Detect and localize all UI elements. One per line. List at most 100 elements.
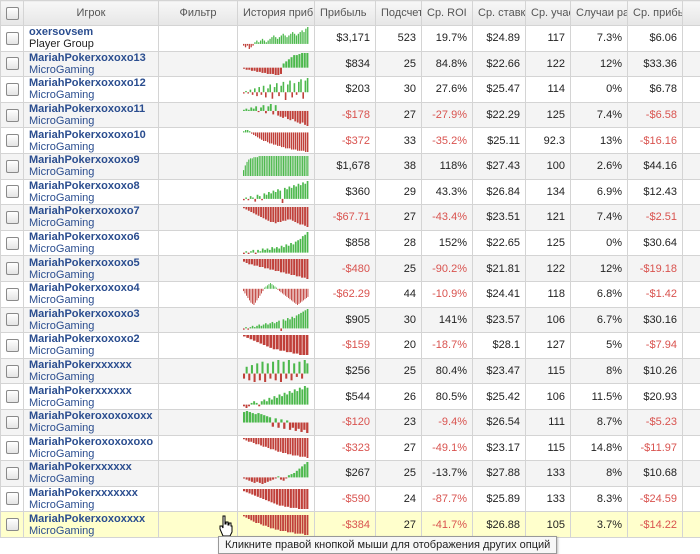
player-name-link[interactable]: MariahPokerxoxoxo5 (29, 257, 153, 269)
row-checkbox[interactable] (6, 83, 19, 96)
table-row[interactable]: MariahPokerxoxoxo11MicroGaming-$17827-27… (1, 102, 700, 128)
player-cell[interactable]: MariahPokerxxxxxxMicroGaming (24, 461, 159, 487)
filter-cell[interactable] (159, 51, 238, 77)
player-name-link[interactable]: MariahPokeroxoxoxoxx (29, 410, 153, 422)
player-name-link[interactable]: MariahPokerxoxoxo3 (29, 308, 153, 320)
player-name-link[interactable]: MariahPokerxoxoxo10 (29, 129, 153, 141)
table-row[interactable]: MariahPokerxxxxxxMicroGaming$5442680.5%$… (1, 384, 700, 410)
table-row[interactable]: MariahPokerxxxxxxMicroGaming$2562580.4%$… (1, 358, 700, 384)
player-cell[interactable]: MariahPokerxxxxxxxMicroGaming (24, 486, 159, 512)
row-checkbox[interactable] (6, 288, 19, 301)
filter-cell[interactable] (159, 281, 238, 307)
table-row[interactable]: MariahPokerxoxoxo9MicroGaming$1,67838118… (1, 153, 700, 179)
player-name-link[interactable]: MariahPokerxxxxxx (29, 359, 153, 371)
row-select-cell[interactable] (1, 179, 24, 205)
row-checkbox[interactable] (6, 390, 19, 403)
player-name-link[interactable]: MariahPokerxoxoxo13 (29, 52, 153, 64)
row-checkbox[interactable] (6, 109, 19, 122)
table-row[interactable]: MariahPokerxxxxxxMicroGaming$26725-13.7%… (1, 461, 700, 487)
row-select-cell[interactable] (1, 51, 24, 77)
row-select-cell[interactable] (1, 435, 24, 461)
player-cell[interactable]: MariahPokerxxxxxxMicroGaming (24, 358, 159, 384)
player-cell[interactable]: MariahPokerxxxxxxMicroGaming (24, 384, 159, 410)
player-name-link[interactable]: MariahPokerxoxoxxxx (29, 513, 153, 525)
player-name-link[interactable]: MariahPokerxxxxxxx (29, 487, 153, 499)
filter-cell[interactable] (159, 486, 238, 512)
table-row[interactable]: MariahPokerxoxoxo7MicroGaming-$67.7127-4… (1, 205, 700, 231)
filter-cell[interactable] (159, 256, 238, 282)
filter-cell[interactable] (159, 102, 238, 128)
table-row[interactable]: MariahPokeroxoxoxoxoMicroGaming-$32327-4… (1, 435, 700, 461)
column-header-history[interactable]: История прибь (238, 1, 315, 26)
filter-cell[interactable] (159, 153, 238, 179)
player-cell[interactable]: MariahPokerxoxoxo6MicroGaming (24, 230, 159, 256)
row-select-cell[interactable] (1, 384, 24, 410)
player-cell[interactable]: oxersovsemPlayer Group (24, 26, 159, 52)
filter-cell[interactable] (159, 77, 238, 103)
row-select-cell[interactable] (1, 153, 24, 179)
filter-cell[interactable] (159, 230, 238, 256)
player-name-link[interactable]: MariahPokerxxxxxx (29, 461, 153, 473)
row-checkbox[interactable] (6, 262, 19, 275)
table-row[interactable]: MariahPokerxoxoxo3MicroGaming$90530141%$… (1, 307, 700, 333)
player-cell[interactable]: MariahPokerxoxoxo5MicroGaming (24, 256, 159, 282)
row-checkbox[interactable] (6, 467, 19, 480)
filter-cell[interactable] (159, 435, 238, 461)
row-checkbox[interactable] (6, 160, 19, 173)
row-checkbox[interactable] (6, 134, 19, 147)
table-row[interactable]: MariahPokerxoxoxo4MicroGaming-$62.2944-1… (1, 281, 700, 307)
row-checkbox[interactable] (6, 57, 19, 70)
row-checkbox[interactable] (6, 339, 19, 352)
player-cell[interactable]: MariahPokerxoxoxo2MicroGaming (24, 333, 159, 359)
player-cell[interactable]: MariahPokerxoxoxo3MicroGaming (24, 307, 159, 333)
player-name-link[interactable]: MariahPokerxoxoxo12 (29, 77, 153, 89)
player-name-link[interactable]: MariahPokerxoxoxo2 (29, 333, 153, 345)
filter-cell[interactable] (159, 128, 238, 154)
row-select-cell[interactable] (1, 486, 24, 512)
filter-cell[interactable] (159, 307, 238, 333)
row-select-cell[interactable] (1, 461, 24, 487)
table-row[interactable]: MariahPokerxoxoxxxxMicroGaming-$38427-41… (1, 512, 700, 538)
column-header-player[interactable]: Игрок (24, 1, 159, 26)
column-header-profit[interactable]: Прибыль (315, 1, 376, 26)
table-row[interactable]: MariahPokerxoxoxo5MicroGaming-$48025-90.… (1, 256, 700, 282)
player-cell[interactable]: MariahPokerxoxoxo10MicroGaming (24, 128, 159, 154)
player-name-link[interactable]: MariahPokeroxoxoxoxo (29, 436, 153, 448)
row-checkbox[interactable] (6, 185, 19, 198)
player-name-link[interactable]: MariahPokerxoxoxo6 (29, 231, 153, 243)
row-checkbox[interactable] (6, 211, 19, 224)
row-select-cell[interactable] (1, 102, 24, 128)
column-header-filter[interactable]: Фильтр (159, 1, 238, 26)
row-select-cell[interactable] (1, 205, 24, 231)
column-header-roi[interactable]: Ср. ROI (422, 1, 473, 26)
row-select-cell[interactable] (1, 230, 24, 256)
row-select-cell[interactable] (1, 512, 24, 538)
filter-cell[interactable] (159, 409, 238, 435)
row-checkbox[interactable] (6, 32, 19, 45)
column-header-avg-profit[interactable]: Ср. прибь (628, 1, 683, 26)
row-select-cell[interactable] (1, 77, 24, 103)
player-cell[interactable]: MariahPokeroxoxoxoxoMicroGaming (24, 435, 159, 461)
filter-cell[interactable] (159, 461, 238, 487)
row-select-cell[interactable] (1, 26, 24, 52)
player-name-link[interactable]: MariahPokerxoxoxo9 (29, 154, 153, 166)
filter-cell[interactable] (159, 333, 238, 359)
player-name-link[interactable]: MariahPokerxoxoxo11 (29, 103, 153, 115)
player-cell[interactable]: MariahPokerxoxoxo7MicroGaming (24, 205, 159, 231)
row-checkbox[interactable] (6, 441, 19, 454)
player-name-link[interactable]: MariahPokerxoxoxo7 (29, 205, 153, 217)
player-cell[interactable]: MariahPokerxoxoxo12MicroGaming (24, 77, 159, 103)
row-select-cell[interactable] (1, 256, 24, 282)
row-checkbox[interactable] (6, 237, 19, 250)
select-all-header[interactable] (1, 1, 24, 26)
player-cell[interactable]: MariahPokerxoxoxxxxMicroGaming (24, 512, 159, 538)
player-cell[interactable]: MariahPokerxoxoxo13MicroGaming (24, 51, 159, 77)
column-header-extra[interactable] (683, 1, 700, 26)
player-cell[interactable]: MariahPokerxoxoxo11MicroGaming (24, 102, 159, 128)
row-select-cell[interactable] (1, 281, 24, 307)
player-cell[interactable]: MariahPokerxoxoxo8MicroGaming (24, 179, 159, 205)
row-checkbox[interactable] (6, 518, 19, 531)
row-select-cell[interactable] (1, 333, 24, 359)
filter-cell[interactable] (159, 179, 238, 205)
row-checkbox[interactable] (6, 365, 19, 378)
